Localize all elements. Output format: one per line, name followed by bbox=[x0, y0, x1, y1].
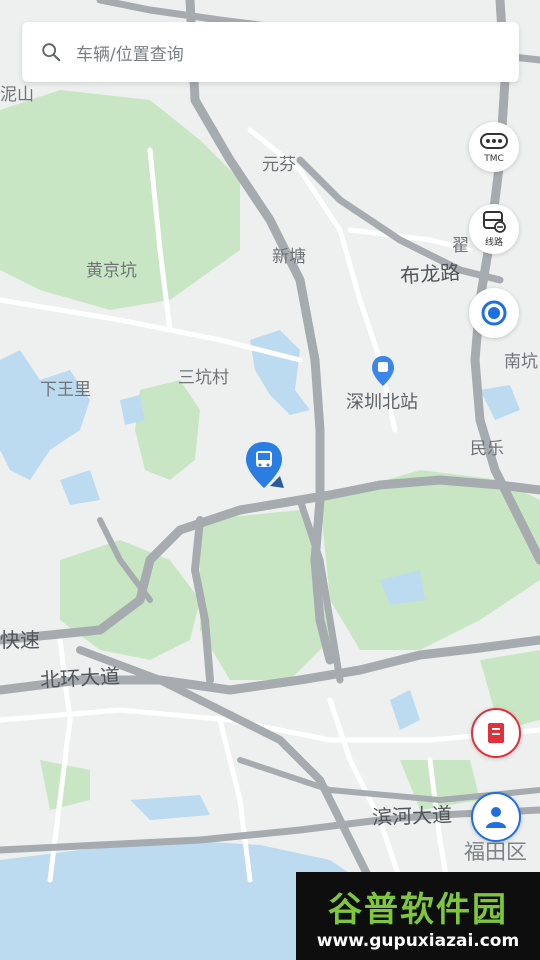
place-label: 元芬 bbox=[262, 155, 296, 175]
road-label: 滨河大道 bbox=[371, 802, 453, 830]
place-label: 下王里 bbox=[40, 380, 91, 400]
locate-icon bbox=[481, 300, 507, 326]
watermark-title: 谷普软件园 bbox=[328, 889, 508, 930]
route-lines-label: 线路 bbox=[484, 238, 503, 248]
road-label: 快速 bbox=[0, 628, 40, 652]
search-icon bbox=[42, 43, 61, 62]
road-label: 布龙路 bbox=[399, 259, 461, 289]
bus-route-icon bbox=[483, 211, 506, 233]
watermark: 谷普软件园 www.gupuxiazai.com bbox=[296, 872, 540, 960]
place-label: 民乐 bbox=[470, 439, 504, 459]
poi-label: 深圳北站 bbox=[346, 392, 418, 413]
place-label: 三坑村 bbox=[178, 368, 229, 388]
place-label: 翟 bbox=[452, 236, 469, 256]
place-label: 黄京坑 bbox=[86, 261, 137, 281]
report-icon bbox=[488, 723, 504, 743]
map-canvas[interactable] bbox=[0, 0, 540, 960]
traffic-icon bbox=[480, 132, 508, 149]
search-placeholder: 车辆/位置查询 bbox=[76, 44, 184, 65]
tmc-label: TMC bbox=[484, 153, 504, 164]
person-icon bbox=[486, 807, 506, 828]
watermark-url: www.gupuxiazai.com bbox=[316, 930, 520, 951]
tmc-button[interactable]: TMC bbox=[469, 122, 519, 172]
search-input[interactable]: 车辆/位置查询 bbox=[22, 22, 519, 82]
road-label: 北环大道 bbox=[39, 663, 121, 693]
place-label: 南坑 bbox=[504, 352, 538, 372]
report-button[interactable] bbox=[471, 708, 521, 758]
route-lines-button[interactable]: 线路 bbox=[469, 204, 519, 254]
profile-button[interactable] bbox=[471, 792, 521, 842]
locate-button[interactable] bbox=[469, 288, 519, 338]
place-label: 新塘 bbox=[272, 247, 306, 267]
place-label: 泥山 bbox=[0, 85, 34, 105]
